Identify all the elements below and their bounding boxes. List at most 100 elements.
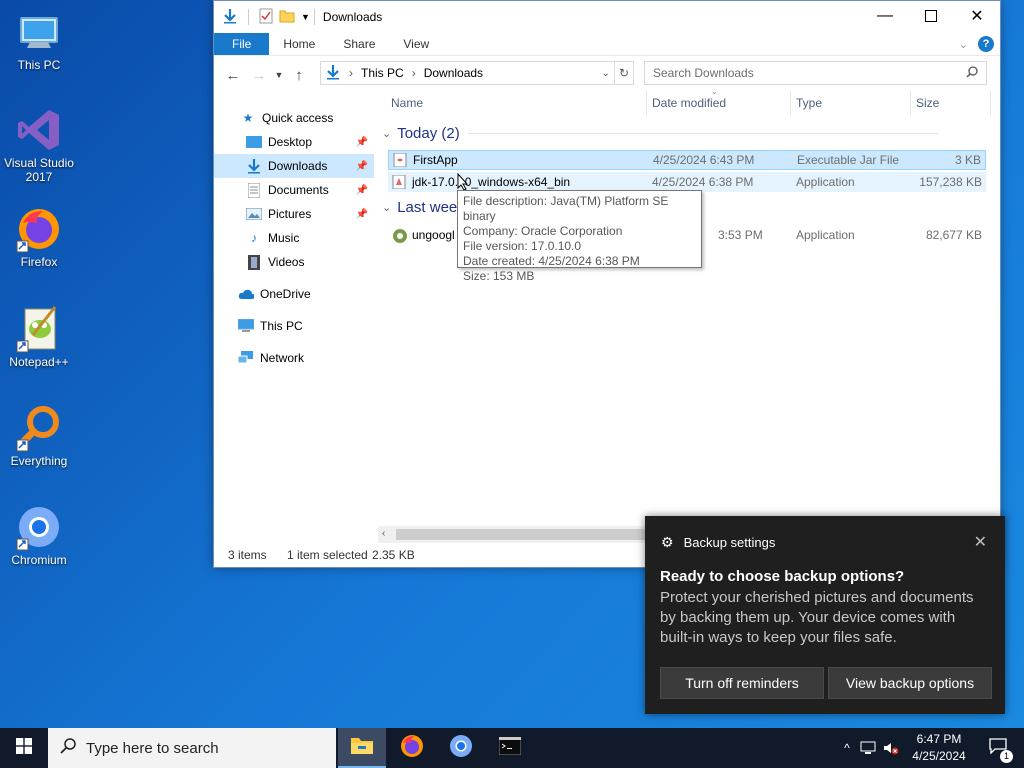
- group-header-today[interactable]: ⌄ Today (2): [382, 125, 938, 142]
- expand-ribbon-icon[interactable]: ⌄: [959, 38, 968, 51]
- network-status-icon[interactable]: [856, 741, 880, 755]
- properties-icon[interactable]: [259, 8, 273, 27]
- terminal-icon: [498, 736, 522, 760]
- close-icon: ✕: [970, 8, 984, 25]
- nav-item-music[interactable]: ♪ Music: [214, 226, 374, 250]
- file-size: 3 KB: [954, 153, 981, 167]
- firefox-icon: [15, 205, 63, 253]
- taskbar-file-explorer[interactable]: [338, 728, 386, 768]
- desktop-icon-visual-studio[interactable]: Visual Studio 2017: [0, 106, 78, 184]
- firefox-icon: [400, 734, 424, 763]
- system-tray: ^: [838, 728, 902, 768]
- window-title: Downloads: [322, 10, 383, 24]
- clock[interactable]: 6:47 PM 4/25/2024: [898, 731, 980, 765]
- breadcrumb-downloads[interactable]: Downloads: [424, 66, 483, 80]
- search-icon: [966, 65, 978, 81]
- new-folder-icon[interactable]: [279, 9, 295, 26]
- taskbar-chromium[interactable]: [437, 728, 485, 768]
- refresh-icon[interactable]: ↻: [613, 62, 633, 84]
- chevron-down-icon: ⌄: [382, 128, 392, 140]
- nav-item-documents[interactable]: Documents 📌: [214, 178, 374, 202]
- taskbar-firefox[interactable]: [388, 728, 436, 768]
- action-center-button[interactable]: 1: [980, 728, 1016, 768]
- back-button[interactable]: ←: [220, 67, 246, 84]
- breadcrumb-this-pc[interactable]: This PC: [361, 66, 404, 80]
- search-box[interactable]: Search Downloads: [644, 61, 987, 85]
- notification-close-button[interactable]: ✕: [974, 532, 987, 552]
- nav-item-pictures[interactable]: Pictures 📌: [214, 202, 374, 226]
- tooltip-line: File description: Java(TM) Platform SE b…: [463, 194, 669, 223]
- chromium-icon: [15, 503, 63, 551]
- taskbar: Type here to search ^ 6:47 PM 4/25/2024 …: [0, 728, 1024, 768]
- column-header-name[interactable]: Name: [391, 87, 423, 119]
- jar-file-icon: [393, 152, 407, 168]
- group-header-last-week[interactable]: ⌄ Last week: [382, 199, 465, 216]
- clock-time: 6:47 PM: [916, 732, 962, 746]
- tab-home[interactable]: Home: [269, 33, 329, 55]
- title-bar: ▼ Downloads — ✕: [214, 1, 1000, 33]
- notification-icon: 1: [989, 737, 1013, 763]
- nav-item-desktop[interactable]: Desktop 📌: [214, 130, 374, 154]
- scrollbar-thumb[interactable]: [396, 529, 646, 540]
- turn-off-reminders-button[interactable]: Turn off reminders: [660, 667, 824, 699]
- taskbar-terminal[interactable]: [486, 728, 534, 768]
- address-dropdown-icon[interactable]: ⌄: [602, 68, 610, 79]
- pictures-icon: [246, 206, 262, 222]
- column-header-size[interactable]: Size: [916, 87, 939, 119]
- maximize-button[interactable]: [908, 1, 954, 31]
- view-backup-options-button[interactable]: View backup options: [828, 667, 992, 699]
- search-input[interactable]: Type here to search: [86, 740, 219, 757]
- nav-item-videos[interactable]: Videos: [214, 250, 374, 274]
- start-button[interactable]: [0, 728, 48, 768]
- tab-share[interactable]: Share: [329, 33, 389, 55]
- tab-view[interactable]: View: [389, 33, 443, 55]
- taskbar-search[interactable]: Type here to search: [48, 728, 336, 768]
- nav-onedrive[interactable]: OneDrive: [214, 282, 374, 306]
- tab-file[interactable]: File: [214, 33, 270, 55]
- status-item-count: 3 items: [228, 548, 267, 562]
- explorer-window: ▼ Downloads — ✕ File Home Share View ⌄ ?…: [213, 0, 1001, 568]
- file-name: FirstApp: [413, 153, 458, 167]
- pin-icon: 📌: [355, 136, 368, 148]
- forward-button[interactable]: →: [246, 67, 272, 84]
- up-button[interactable]: ↑: [286, 67, 312, 84]
- nav-quick-access[interactable]: ★ Quick access: [214, 106, 374, 130]
- windows-logo-icon: [16, 737, 32, 759]
- forward-arrow-icon: →: [251, 66, 267, 84]
- column-header-type[interactable]: Type: [796, 87, 822, 119]
- address-bar[interactable]: › This PC › Downloads ⌄ ↻: [320, 61, 634, 85]
- table-row[interactable]: FirstApp 4/25/2024 6:43 PM Executable Ja…: [388, 150, 986, 170]
- installer-icon: [392, 174, 406, 190]
- pin-icon: 📌: [355, 160, 368, 172]
- search-input[interactable]: Search Downloads: [653, 66, 754, 80]
- recent-locations-button[interactable]: ▼: [272, 70, 286, 80]
- help-icon[interactable]: ?: [978, 36, 994, 52]
- show-hidden-icons-chevron-icon[interactable]: ^: [838, 741, 856, 755]
- status-selection: 1 item selected: [287, 548, 368, 562]
- desktop-icon-chromium[interactable]: Chromium: [0, 503, 78, 567]
- tooltip-line: Size: 153 MB: [463, 269, 535, 283]
- back-arrow-icon: ←: [225, 66, 241, 84]
- desktop-icon-everything[interactable]: Everything: [0, 404, 78, 468]
- desktop-icon-this-pc[interactable]: This PC: [0, 8, 78, 72]
- nav-this-pc[interactable]: This PC: [214, 314, 374, 338]
- desktop-icon-notepadpp[interactable]: Notepad++: [0, 305, 78, 369]
- customize-quick-access-icon[interactable]: ▼: [301, 12, 310, 22]
- file-type: Executable Jar File: [797, 153, 900, 167]
- scroll-left-icon[interactable]: ‹: [382, 528, 385, 539]
- close-button[interactable]: ✕: [954, 1, 1000, 31]
- clock-date: 4/25/2024: [912, 749, 966, 763]
- desktop-icon-label: Everything: [10, 454, 68, 468]
- nav-label: Videos: [268, 255, 305, 269]
- nav-network[interactable]: Network: [214, 346, 374, 370]
- gear-icon: ⚙: [661, 534, 674, 550]
- nav-item-downloads[interactable]: Downloads 📌: [214, 154, 374, 178]
- minimize-button[interactable]: —: [862, 1, 908, 31]
- group-label: Last week: [397, 199, 465, 216]
- table-row[interactable]: jdk-17.0.10_windows-x64_bin 4/25/2024 6:…: [388, 172, 986, 192]
- file-date: 4/25/2024 6:43 PM: [653, 153, 755, 167]
- nav-label: Documents: [268, 183, 329, 197]
- everything-icon: [15, 404, 63, 452]
- desktop-icon-firefox[interactable]: Firefox: [0, 205, 78, 269]
- nav-label: Pictures: [268, 207, 312, 221]
